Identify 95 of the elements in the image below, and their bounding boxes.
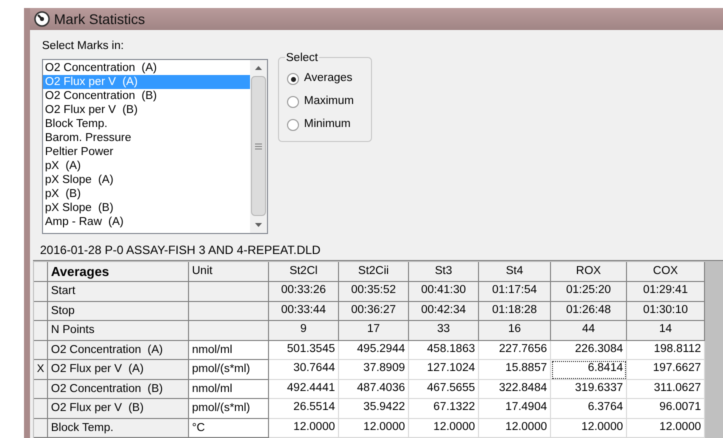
value-cell[interactable]: 6.3764 [551, 399, 627, 418]
value-cell[interactable]: 67.1322 [409, 399, 479, 418]
list-item[interactable]: Amp - Raw (A) [43, 215, 250, 230]
value-cell[interactable]: 01:18:28 [479, 302, 551, 321]
radio-option[interactable]: Averages [287, 70, 371, 88]
value-cell[interactable]: 9 [269, 321, 339, 340]
unit-cell: nmol/ml [189, 340, 269, 360]
value-cell[interactable]: 00:35:52 [339, 282, 409, 302]
window-title: Mark Statistics [54, 10, 146, 28]
value-cell[interactable]: 227.7656 [479, 340, 551, 360]
radio-option[interactable]: Maximum [287, 93, 371, 111]
value-cell[interactable]: 44 [551, 321, 627, 340]
value-cell[interactable]: 492.4441 [269, 380, 339, 399]
column-header[interactable]: St2Cl [269, 262, 339, 282]
list-item[interactable]: Peltier Power [43, 145, 250, 160]
column-header[interactable]: St2Cii [339, 262, 409, 282]
value-cell[interactable]: 12.0000 [269, 418, 339, 438]
value-cell[interactable]: 197.6627 [627, 360, 705, 380]
list-item[interactable]: pX Slope (B) [43, 201, 250, 216]
value-cell[interactable]: 17.4904 [479, 399, 551, 418]
value-cell[interactable]: 495.2944 [339, 340, 409, 360]
value-cell[interactable]: 96.0071 [627, 399, 705, 418]
value-cell[interactable]: 01:17:54 [479, 282, 551, 302]
value-cell[interactable]: 226.3084 [551, 340, 627, 360]
value-cell[interactable]: 501.3545 [269, 340, 339, 360]
radio-button[interactable] [287, 96, 299, 108]
row-marker: X [34, 360, 48, 380]
column-header[interactable]: COX [627, 262, 705, 282]
value-cell[interactable]: 322.8484 [479, 380, 551, 399]
value-cell[interactable]: 458.1863 [409, 340, 479, 360]
list-item[interactable]: pX (B) [43, 187, 250, 202]
row-label: Block Temp. [48, 418, 189, 438]
column-header[interactable]: ROX [551, 262, 627, 282]
value-cell[interactable]: 16 [479, 321, 551, 340]
value-cell[interactable]: 12.0000 [409, 418, 479, 438]
value-cell[interactable]: 26.5514 [269, 399, 339, 418]
unit-cell: nmol/ml [189, 380, 269, 399]
value-cell[interactable]: 487.4036 [339, 380, 409, 399]
value-cell[interactable]: 00:36:27 [339, 302, 409, 321]
value-cell[interactable]: 12.0000 [551, 418, 627, 438]
row-label: O2 Flux per V (A) [48, 360, 189, 380]
radio-option[interactable]: Minimum [287, 116, 371, 134]
list-item[interactable]: pX Slope (A) [43, 173, 250, 188]
column-header[interactable]: St3 [409, 262, 479, 282]
value-cell[interactable]: 35.9422 [339, 399, 409, 418]
row-label: O2 Concentration (A) [48, 340, 189, 360]
list-item[interactable]: O2 Concentration (A) [43, 61, 250, 76]
row-label: Stop [48, 302, 189, 321]
list-item[interactable]: pX (A) [43, 159, 250, 174]
column-header[interactable]: Unit [189, 262, 269, 282]
value-cell[interactable]: 12.0000 [479, 418, 551, 438]
value-cell[interactable]: 127.1024 [409, 360, 479, 380]
value-cell[interactable]: 14 [627, 321, 705, 340]
scrollbar[interactable] [250, 60, 267, 234]
value-cell[interactable]: 01:26:48 [551, 302, 627, 321]
column-header[interactable]: St4 [479, 262, 551, 282]
list-label: Select Marks in: [42, 39, 125, 54]
value-cell[interactable]: 12.0000 [339, 418, 409, 438]
list-item[interactable]: Barom. Pressure [43, 131, 250, 146]
column-header[interactable]: Averages [48, 262, 189, 282]
row-label: Start [48, 282, 189, 302]
unit-cell: pmol/(s*ml) [189, 399, 269, 418]
value-cell[interactable]: 17 [339, 321, 409, 340]
row-label: O2 Concentration (B) [48, 380, 189, 399]
list-item[interactable]: Block Temp. [43, 117, 250, 132]
list-item[interactable]: O2 Flux per V (B) [43, 103, 250, 118]
value-cell[interactable]: 12.0000 [627, 418, 705, 438]
unit-cell: pmol/(s*ml) [189, 360, 269, 380]
grip-icon [255, 142, 262, 150]
list-item[interactable]: O2 Concentration (B) [43, 89, 250, 104]
value-cell[interactable]: 319.6337 [551, 380, 627, 399]
value-cell[interactable]: 00:42:34 [409, 302, 479, 321]
value-cell[interactable]: 30.7644 [269, 360, 339, 380]
unit-cell: °C [189, 418, 269, 438]
value-cell[interactable]: 33 [409, 321, 479, 340]
row-label: O2 Flux per V (B) [48, 399, 189, 418]
value-cell[interactable]: 00:33:26 [269, 282, 339, 302]
value-cell[interactable]: 311.0627 [627, 380, 705, 399]
value-cell[interactable]: 37.8909 [339, 360, 409, 380]
file-name: 2016-01-28 P-0 ASSAY-FISH 3 AND 4-REPEAT.DLD [39, 242, 322, 259]
row-label: N Points [48, 321, 189, 340]
value-cell[interactable]: 15.8857 [479, 360, 551, 380]
scroll-thumb[interactable] [251, 76, 266, 216]
value-cell[interactable]: 01:30:10 [627, 302, 705, 321]
value-cell[interactable]: 198.8112 [627, 340, 705, 360]
value-cell[interactable]: 01:25:20 [551, 282, 627, 302]
marks-listbox[interactable]: O2 Concentration (A) O2 Flux per V (A) O2 Concentration (B) O2 Flux per V (B) Block Temp. Barom. Pressure Peltier Power pX (A) pX Slope (A) pX (B) pX Slope (B) Amp - Raw (A) [42, 59, 268, 234]
value-cell[interactable]: 00:33:44 [269, 302, 339, 321]
value-cell[interactable]: 01:29:41 [627, 282, 705, 302]
value-cell[interactable]: 00:41:30 [409, 282, 479, 302]
gauge-icon [34, 11, 50, 27]
radio-button[interactable] [287, 73, 299, 85]
value-cell[interactable]: 6.8414 [551, 360, 627, 380]
radio-button[interactable] [287, 119, 299, 131]
value-cell[interactable]: 467.5655 [409, 380, 479, 399]
